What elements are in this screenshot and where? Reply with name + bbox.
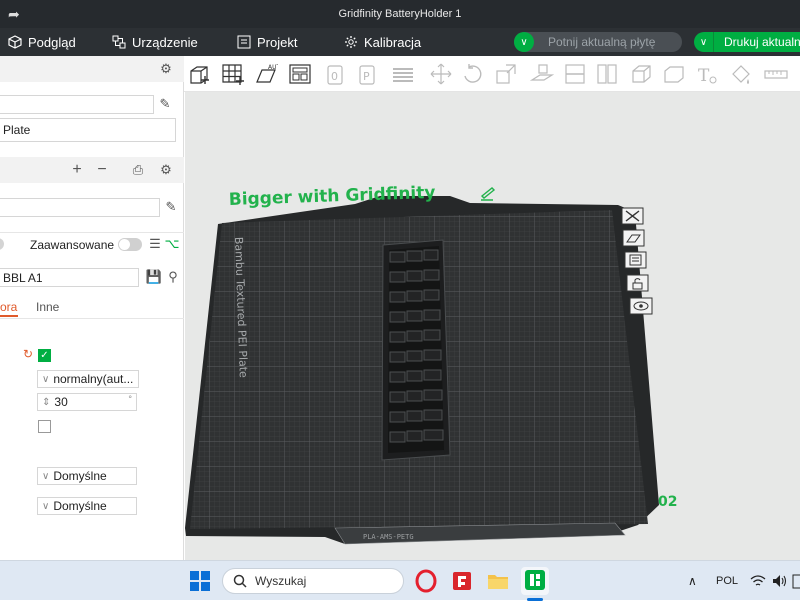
paint-icon[interactable] <box>729 62 753 86</box>
gear-icon <box>345 36 357 48</box>
arrange-icon[interactable] <box>288 62 312 86</box>
chevron-down-icon[interactable]: ∨ <box>694 32 714 52</box>
opera-icon[interactable] <box>414 569 438 593</box>
add-object-icon[interactable] <box>188 62 212 86</box>
wifi-icon[interactable] <box>750 574 766 588</box>
window-title: Gridfinity BatteryHolder 1 <box>338 8 462 20</box>
divider <box>0 318 184 319</box>
save-icon[interactable]: 💾 <box>146 269 162 285</box>
tab-support[interactable]: ora <box>0 300 17 314</box>
lay-on-face-icon[interactable] <box>530 62 554 86</box>
tab-other[interactable]: Inne <box>36 300 59 314</box>
cut-icon[interactable] <box>563 62 587 86</box>
gear-icon[interactable]: ⚙ <box>158 61 174 77</box>
on-build-plate-checkbox[interactable] <box>38 420 51 433</box>
plate-number: 02 <box>658 494 677 510</box>
measure-icon[interactable] <box>764 62 788 86</box>
bambu-studio-icon[interactable] <box>524 569 546 591</box>
printer-section-header: ⚙ <box>0 56 184 82</box>
view-toolbar: AUTO 0 P T <box>184 56 800 92</box>
stepper-icon[interactable]: ⇕ <box>42 397 50 408</box>
text-icon[interactable]: T <box>695 62 719 86</box>
filament-field[interactable] <box>0 198 160 217</box>
svg-text:T: T <box>698 66 710 86</box>
layers-icon[interactable] <box>391 62 415 86</box>
gear-icon[interactable]: ⚙ <box>158 162 174 178</box>
plate-orient-icon[interactable] <box>624 251 647 269</box>
svg-text:AUTO: AUTO <box>268 64 278 71</box>
chevron-down-icon: ∨ <box>42 500 50 512</box>
language-indicator[interactable]: POL <box>716 561 738 601</box>
share-icon[interactable]: ➦ <box>8 6 20 23</box>
chevron-down-icon: ∨ <box>42 373 50 385</box>
add-plate-icon[interactable] <box>221 62 245 86</box>
mesh-boolean-icon[interactable] <box>630 62 654 86</box>
process-preset-select[interactable]: BBL A1 <box>0 268 139 287</box>
split-icon[interactable] <box>595 62 619 86</box>
app-red-icon[interactable] <box>450 569 474 593</box>
print-plate-button[interactable]: ∨ Drukuj aktualną <box>694 32 800 52</box>
bed-bottom-label: PLA-AMS-PETG <box>363 533 414 541</box>
move-icon[interactable] <box>429 62 453 86</box>
scale-icon[interactable] <box>494 62 518 86</box>
auto-orient-icon[interactable]: AUTO <box>254 62 278 86</box>
edit-icon[interactable]: ✎ <box>164 199 178 214</box>
chevron-down-icon[interactable]: ∨ <box>514 32 534 52</box>
menu-project[interactable]: Projekt <box>237 28 297 56</box>
orient-icon[interactable]: 0 <box>325 62 349 86</box>
taskbar-search[interactable]: Wyszukaj <box>222 568 404 594</box>
edit-plate-name-icon[interactable] <box>480 187 496 201</box>
plate-settings-icon[interactable]: P <box>357 62 381 86</box>
search-icon <box>233 574 247 588</box>
battery-holder-model[interactable] <box>381 239 451 461</box>
rotate-icon[interactable] <box>461 62 485 86</box>
title-bar: ➦ Gridfinity BatteryHolder 1 <box>0 0 800 28</box>
support-type-select[interactable]: ∨ normalny(aut... <box>37 370 139 388</box>
plate-type-select[interactable]: Plate <box>0 118 176 142</box>
reset-icon[interactable]: ↻ <box>22 347 34 361</box>
svg-text:P: P <box>363 70 370 83</box>
windows-taskbar: Wyszukaj ∧ POL <box>0 560 800 601</box>
add-icon[interactable]: + <box>70 161 84 178</box>
edit-icon[interactable]: ✎ <box>158 96 172 111</box>
filament-section-header: + − ⎙ ⚙ <box>0 157 184 183</box>
menu-preview[interactable]: Podgląd <box>8 28 76 56</box>
process-header: Zaawansowane ☰ ⌥ <box>0 232 184 256</box>
threshold-angle-input[interactable]: ⇕ 30 ° <box>37 393 137 411</box>
enable-support-checkbox[interactable]: ✓ <box>38 349 51 362</box>
dropdown-select-2[interactable]: ∨ Domyślne <box>37 497 137 515</box>
menu-calibration[interactable]: Kalibracja <box>344 28 421 56</box>
cube-icon <box>8 35 22 49</box>
windows-start-icon[interactable] <box>190 571 210 591</box>
slice-plate-button[interactable]: ∨ Potnij aktualną płytę <box>514 32 682 52</box>
remove-icon[interactable]: − <box>95 161 109 178</box>
dropdown-select-1[interactable]: ∨ Domyślne <box>37 467 137 485</box>
build-plate-view[interactable]: PLA-AMS-PETG Bigger with Gridfinity Bamb… <box>185 92 800 560</box>
advanced-toggle[interactable] <box>118 238 142 251</box>
compare-icon[interactable]: ⌥ <box>165 236 180 251</box>
svg-text:0: 0 <box>331 70 338 83</box>
device-icon <box>112 35 126 49</box>
printer-field[interactable] <box>0 95 154 114</box>
battery-icon[interactable] <box>792 573 800 589</box>
chevron-up-icon[interactable]: ∧ <box>688 561 697 601</box>
toggle-knob[interactable] <box>0 238 4 250</box>
project-icon <box>237 35 251 49</box>
emboss-icon[interactable] <box>663 62 687 86</box>
active-tab-indicator <box>0 315 18 317</box>
menu-device[interactable]: Urządzenie <box>112 28 198 56</box>
3d-viewport[interactable]: PLA-AMS-PETG Bigger with Gridfinity Bamb… <box>185 92 800 560</box>
volume-icon[interactable] <box>772 574 788 588</box>
arrange-plate-icon[interactable] <box>622 229 645 247</box>
chevron-down-icon: ∨ <box>42 470 50 482</box>
file-explorer-icon[interactable] <box>486 569 510 593</box>
sync-icon[interactable]: ⎙ <box>130 162 146 178</box>
settings-sidebar: ⚙ ✎ Plate + − ⎙ ⚙ ✎ Zaawansowane ☰ ⌥ BBL… <box>0 56 184 560</box>
search-icon[interactable]: ⚲ <box>166 269 180 285</box>
list-icon[interactable]: ☰ <box>148 236 162 251</box>
